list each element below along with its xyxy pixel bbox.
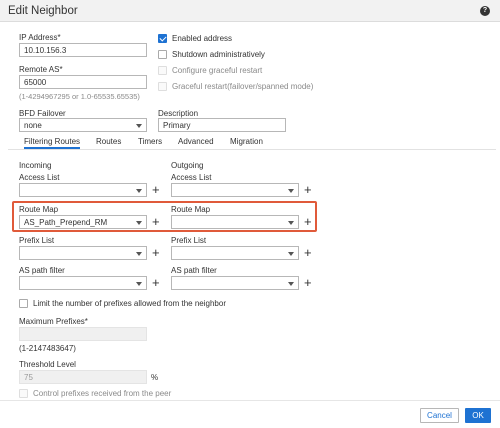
shutdown-checkbox[interactable]: [158, 50, 167, 59]
ip-address-input[interactable]: 10.10.156.3: [19, 43, 147, 57]
description-label: Description: [158, 109, 199, 118]
graceful-restart-failover-label: Graceful restart(failover/spanned mode): [172, 82, 314, 91]
limit-prefixes-label: Limit the number of prefixes allowed fro…: [33, 299, 226, 308]
outgoing-access-list-select[interactable]: [171, 183, 299, 197]
outgoing-as-path-filter-label: AS path filter: [171, 266, 217, 275]
threshold-level-label: Threshold Level: [19, 360, 76, 369]
tab-filtering-routes[interactable]: Filtering Routes: [24, 137, 81, 149]
enabled-address-label: Enabled address: [172, 34, 233, 43]
outgoing-route-map-label: Route Map: [171, 205, 211, 214]
incoming-prefix-list-add-icon[interactable]: +: [152, 246, 160, 259]
outgoing-access-list-add-icon[interactable]: +: [304, 183, 312, 196]
outgoing-prefix-list-label: Prefix List: [171, 236, 207, 245]
threshold-unit: %: [151, 373, 159, 382]
chevron-down-icon: [136, 124, 142, 128]
incoming-access-list-add-icon[interactable]: +: [152, 183, 160, 196]
description-input[interactable]: Primary: [158, 118, 286, 132]
incoming-as-path-filter-label: AS path filter: [19, 266, 65, 275]
graceful-restart-failover-checkbox[interactable]: [158, 82, 167, 91]
chevron-down-icon: [288, 221, 294, 225]
outgoing-access-list-label: Access List: [171, 173, 212, 182]
incoming-route-map-label: Route Map: [19, 205, 59, 214]
outgoing-as-path-filter-add-icon[interactable]: +: [304, 276, 312, 289]
incoming-prefix-list-select[interactable]: [19, 246, 147, 260]
tab-timers[interactable]: Timers: [138, 137, 162, 146]
control-prefixes-checkbox[interactable]: [19, 389, 28, 398]
ok-button[interactable]: OK: [465, 408, 491, 423]
ip-address-label: IP Address*: [19, 33, 61, 42]
tab-routes[interactable]: Routes: [96, 137, 121, 146]
dialog-title: Edit Neighbor: [8, 5, 78, 17]
bfd-failover-select[interactable]: none: [19, 118, 147, 132]
limit-prefixes-checkbox[interactable]: [19, 299, 28, 308]
max-prefixes-input[interactable]: [19, 327, 147, 341]
chevron-down-icon: [136, 252, 142, 256]
max-prefixes-label: Maximum Prefixes*: [19, 317, 88, 326]
remote-as-hint: (1-4294967295 or 1.0-65535.65535): [19, 92, 140, 101]
outgoing-heading: Outgoing: [171, 161, 204, 170]
chevron-down-icon: [288, 282, 294, 286]
help-icon[interactable]: ?: [480, 6, 490, 16]
bfd-failover-value: none: [24, 121, 42, 130]
tab-migration[interactable]: Migration: [230, 137, 263, 146]
chevron-down-icon: [136, 221, 142, 225]
shutdown-label: Shutdown administratively: [172, 50, 265, 59]
chevron-down-icon: [136, 282, 142, 286]
outgoing-prefix-list-add-icon[interactable]: +: [304, 246, 312, 259]
incoming-as-path-filter-select[interactable]: [19, 276, 147, 290]
max-prefixes-hint: (1-2147483647): [19, 344, 76, 353]
remote-as-input[interactable]: 65000: [19, 75, 147, 89]
tabs-divider: [8, 149, 496, 150]
incoming-route-map-select[interactable]: AS_Path_Prepend_RM: [19, 215, 147, 229]
incoming-access-list-label: Access List: [19, 173, 60, 182]
outgoing-as-path-filter-select[interactable]: [171, 276, 299, 290]
control-prefixes-label: Control prefixes received from the peer: [33, 389, 172, 398]
incoming-access-list-select[interactable]: [19, 183, 147, 197]
enabled-address-checkbox[interactable]: [158, 34, 167, 43]
remote-as-label: Remote AS*: [19, 65, 63, 74]
incoming-heading: Incoming: [19, 161, 52, 170]
chevron-down-icon: [288, 189, 294, 193]
tab-advanced[interactable]: Advanced: [178, 137, 214, 146]
incoming-route-map-add-icon[interactable]: +: [152, 215, 160, 228]
chevron-down-icon: [288, 252, 294, 256]
incoming-route-map-value: AS_Path_Prepend_RM: [24, 218, 108, 227]
bfd-failover-label: BFD Failover: [19, 109, 66, 118]
outgoing-prefix-list-select[interactable]: [171, 246, 299, 260]
cancel-button[interactable]: Cancel: [420, 408, 459, 423]
outgoing-route-map-select[interactable]: [171, 215, 299, 229]
incoming-prefix-list-label: Prefix List: [19, 236, 55, 245]
incoming-as-path-filter-add-icon[interactable]: +: [152, 276, 160, 289]
outgoing-route-map-add-icon[interactable]: +: [304, 215, 312, 228]
graceful-restart-label: Configure graceful restart: [172, 66, 263, 75]
threshold-level-input[interactable]: 75: [19, 370, 147, 384]
graceful-restart-checkbox[interactable]: [158, 66, 167, 75]
chevron-down-icon: [136, 189, 142, 193]
